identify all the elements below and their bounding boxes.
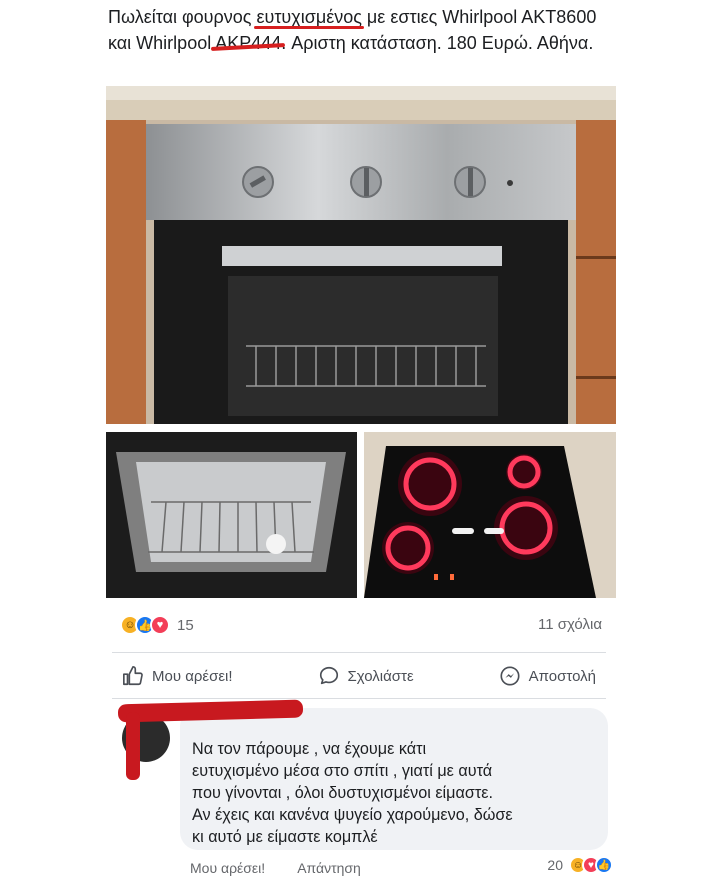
comments-count-link[interactable]: 11 σχόλια: [538, 616, 602, 633]
reaction-summary[interactable]: ☺ 👍 ♥ 15: [120, 614, 194, 636]
comment-reaction-count: 20: [547, 857, 563, 873]
love-reaction-icon: ♥: [150, 615, 170, 635]
post-text-end: . Αριστη κατάσταση. 180 Ευρώ. Αθήνα.: [281, 33, 594, 53]
share-button-label: Αποστολή: [528, 667, 596, 685]
share-button[interactable]: Αποστολή: [489, 665, 606, 687]
comment-reply-link[interactable]: Απάντηση: [297, 860, 361, 876]
comment-reactions[interactable]: 20 ☺ ♥ 👍: [547, 856, 613, 874]
like-button[interactable]: Μου αρέσει!: [112, 665, 243, 687]
like-reaction-icon: 👍: [595, 856, 613, 874]
post-text-highlight: ευτυχισμένος: [256, 7, 362, 27]
post-action-bar: Μου αρέσει! Σχολιάστε Αποστολή: [112, 656, 606, 696]
comment-actions: Μου αρέσει! Απάντηση: [190, 860, 361, 876]
comment-button[interactable]: Σχολιάστε: [308, 665, 424, 687]
divider-bottom: [112, 698, 606, 699]
oven-interior-illustration: [106, 432, 357, 598]
cooktop-photo[interactable]: [364, 432, 616, 598]
comment-button-label: Σχολιάστε: [347, 667, 414, 685]
post-text: Πωλείται φουρνος ευτυχισμένος με εστιες …: [108, 4, 608, 56]
cooktop-illustration: [364, 432, 616, 598]
oven-interior-photo[interactable]: [106, 432, 357, 598]
comment-like-link[interactable]: Μου αρέσει!: [190, 860, 265, 876]
post-text-start: Πωλείται φουρνος: [108, 7, 257, 27]
oven-photo[interactable]: [106, 86, 616, 424]
oven-illustration: [106, 86, 616, 424]
messenger-icon: [500, 666, 520, 686]
divider-top: [112, 652, 606, 653]
reaction-count: 15: [177, 616, 194, 634]
comment-icon: [319, 666, 338, 685]
like-button-label: Μου αρέσει!: [152, 667, 233, 685]
thumbs-up-icon: [123, 666, 143, 686]
redaction-mark-vertical: [126, 712, 140, 780]
post-text-struck: AKP444: [215, 33, 282, 53]
comment-text: Να τον πάρουμε , να έχουμε κάτι ευτυχισμ…: [192, 740, 513, 846]
